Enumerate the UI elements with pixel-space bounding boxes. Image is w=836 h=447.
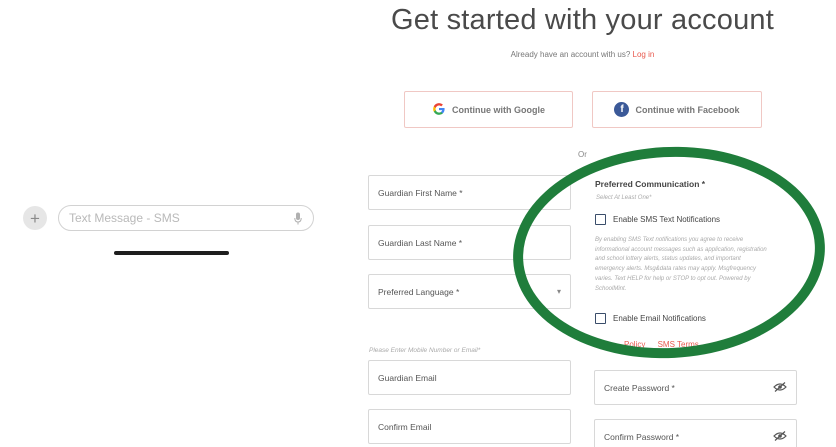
create-password-label: Create Password * [604,382,675,393]
confirm-email-label: Confirm Email [378,421,432,432]
last-name-label: Guardian Last Name * [378,237,463,248]
policy-link[interactable]: Policy [624,340,645,349]
confirm-email-field[interactable]: Confirm Email [368,409,571,444]
login-prompt: Already have an account with us? Log in [420,50,745,59]
first-name-label: Guardian First Name * [378,187,463,198]
continue-with-google-button[interactable]: Continue with Google [404,91,573,128]
page-title: Get started with your account [391,4,774,36]
google-button-label: Continue with Google [452,104,545,115]
facebook-button-label: Continue with Facebook [635,104,740,115]
google-icon [432,102,446,118]
guardian-email-field[interactable]: Guardian Email [368,360,571,395]
sms-input-placeholder: Text Message - SMS [69,211,180,225]
language-label: Preferred Language * [378,286,460,297]
microphone-icon[interactable] [293,211,303,225]
contact-hint: Please Enter Mobile Number or Email* [369,347,481,354]
sms-disclaimer: By enabling SMS Text notifications you a… [595,237,767,292]
email-notifications-option[interactable]: Enable Email Notifications [595,313,706,324]
create-password-field[interactable]: Create Password * [594,370,797,405]
email-notifications-checkbox[interactable] [595,313,606,324]
login-link[interactable]: Log in [633,50,655,59]
preferred-communication-title: Preferred Communication * [595,179,706,189]
sms-notifications-checkbox[interactable] [595,214,606,225]
or-divider: Or [578,150,587,159]
eye-slash-icon[interactable] [773,430,787,443]
preferred-communication-subtitle: Select At Least One* [596,195,652,201]
email-notifications-label: Enable Email Notifications [613,314,706,323]
confirm-password-field[interactable]: Confirm Password * [594,419,797,447]
preferred-language-select[interactable]: Preferred Language * ▾ [368,274,571,309]
confirm-password-label: Confirm Password * [604,431,680,442]
eye-slash-icon[interactable] [773,381,787,394]
guardian-first-name-field[interactable]: Guardian First Name * [368,175,571,210]
email-label: Guardian Email [378,372,437,383]
continue-with-facebook-button[interactable]: f Continue with Facebook [592,91,762,128]
guardian-last-name-field[interactable]: Guardian Last Name * [368,225,571,260]
chevron-down-icon: ▾ [556,287,561,296]
facebook-icon: f [614,102,630,117]
sms-terms-link[interactable]: SMS Terms [658,340,699,349]
add-attachment-button[interactable]: + [23,206,47,230]
plus-icon: + [30,208,40,228]
sms-notifications-label: Enable SMS Text Notifications [613,215,721,224]
policy-links: Policy SMS Terms [624,340,699,349]
login-prompt-text: Already have an account with us? [510,50,631,59]
sms-notifications-option[interactable]: Enable SMS Text Notifications [595,214,720,225]
sms-message-input[interactable]: Text Message - SMS [58,205,314,231]
home-indicator [114,251,229,255]
